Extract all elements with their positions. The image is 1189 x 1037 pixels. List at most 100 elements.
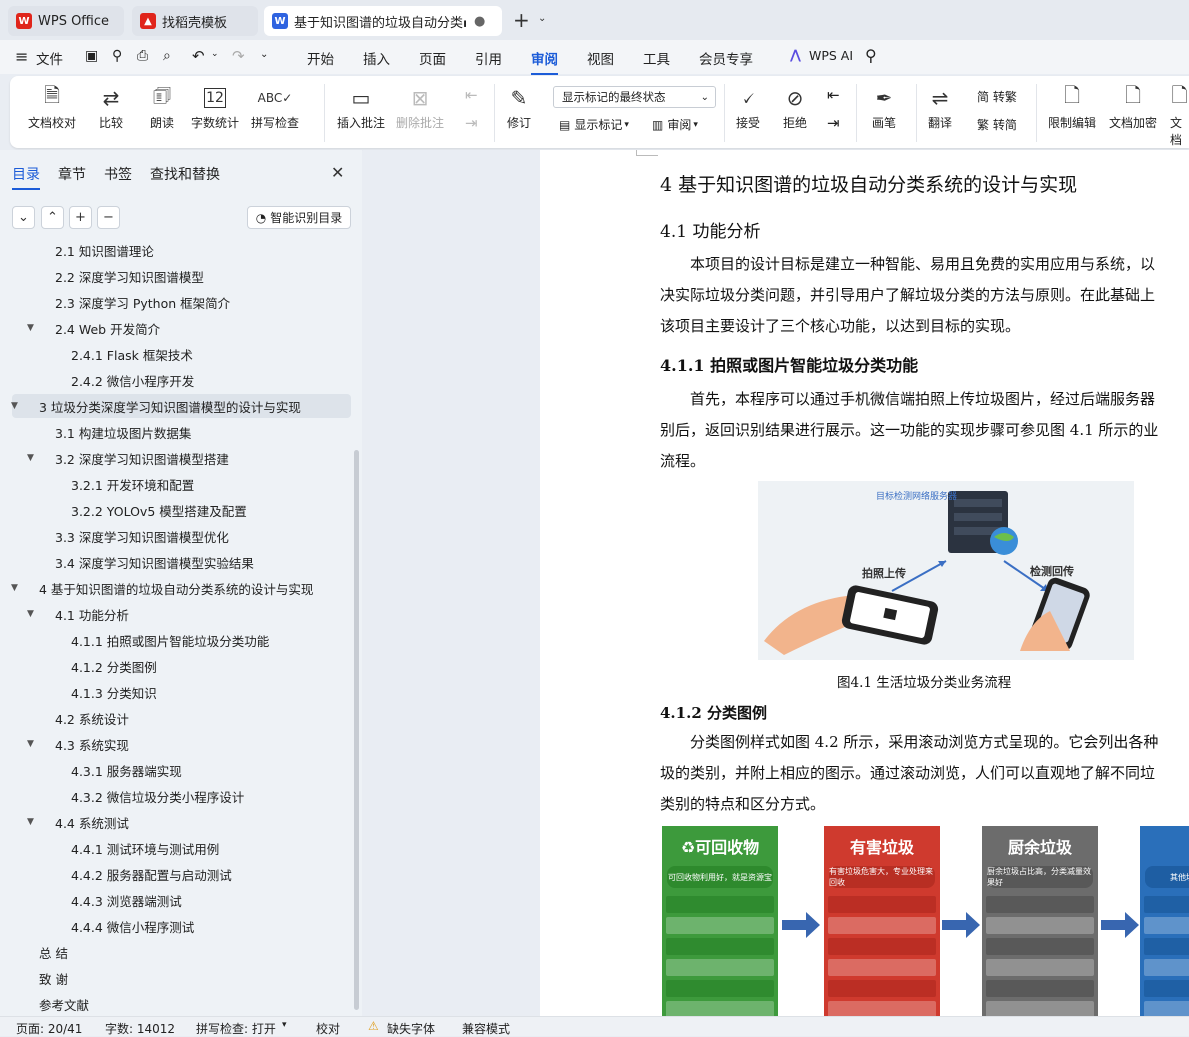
menu-page[interactable]: 页面 bbox=[419, 48, 446, 68]
search-icon[interactable]: ⚲ bbox=[865, 46, 877, 65]
new-tab-icon[interactable]: + bbox=[513, 8, 530, 32]
compare-button[interactable]: ⇄ 比较 bbox=[99, 82, 123, 131]
toc-item[interactable]: 3.2.2 YOLOv5 模型搭建及配置 bbox=[12, 498, 351, 522]
prev-change-icon[interactable]: ⇤ bbox=[827, 86, 840, 104]
read-aloud-icon: 🗊 bbox=[152, 83, 172, 107]
expand-button[interactable]: + bbox=[69, 206, 92, 229]
menu-file[interactable]: 文件 bbox=[36, 48, 63, 68]
tab-toc[interactable]: 目录 bbox=[12, 164, 40, 190]
tab-template[interactable]: ▲ 找稻壳模板 bbox=[132, 6, 258, 36]
show-mode-select[interactable]: 显示标记的最终状态 ⌄ bbox=[553, 86, 716, 108]
encrypt-button[interactable]: 🗋 文档加密 bbox=[1109, 82, 1157, 131]
menu-review[interactable]: 审阅 bbox=[531, 48, 558, 75]
toc-item[interactable]: ▼ 4.3 系统实现 bbox=[12, 732, 351, 756]
toc-item[interactable]: 2.1 知识图谱理论 bbox=[12, 240, 351, 262]
shrink-button[interactable]: − bbox=[97, 206, 120, 229]
toc-item[interactable]: 4.4.1 测试环境与测试用例 bbox=[12, 836, 351, 860]
translate-button[interactable]: ⇌ 翻译 bbox=[928, 82, 952, 131]
word-count-button[interactable]: 12 字数统计 bbox=[191, 82, 239, 131]
toc-item[interactable]: ▼ 4.4 系统测试 bbox=[12, 810, 351, 834]
toc-item[interactable]: ▼ 4.1 功能分析 bbox=[12, 602, 351, 626]
undo-chevron-icon[interactable]: ⌄ bbox=[211, 49, 219, 59]
more-doc-button[interactable]: 🗋 文档 bbox=[1170, 82, 1189, 148]
toc-item[interactable]: 4.1.1 拍照或图片智能垃圾分类功能 bbox=[12, 628, 351, 652]
tab-chapter[interactable]: 章节 bbox=[58, 164, 86, 184]
undo-icon[interactable]: ↶ bbox=[192, 47, 205, 65]
spell-check-button[interactable]: ABC✓ 拼写检查 bbox=[251, 82, 299, 131]
missing-font-indicator[interactable]: 缺失字体 bbox=[387, 1020, 435, 1037]
share-icon[interactable]: ⚲ bbox=[112, 48, 122, 64]
menu-start[interactable]: 开始 bbox=[307, 48, 334, 68]
menu-member[interactable]: 会员专享 bbox=[699, 48, 753, 68]
collapse-up-button[interactable]: ⌃ bbox=[41, 206, 64, 229]
toc-item[interactable]: 4.1.3 分类知识 bbox=[12, 680, 351, 704]
accept-button[interactable]: 🗸 接受 bbox=[736, 82, 760, 131]
tab-wps-office[interactable]: W WPS Office bbox=[8, 6, 124, 36]
toc-item[interactable]: 致 谢 bbox=[12, 966, 351, 990]
toc-item[interactable]: ▼ 2.4 Web 开发简介 bbox=[12, 316, 351, 340]
toc-item[interactable]: 2.2 深度学习知识图谱模型 bbox=[12, 264, 351, 288]
reject-button[interactable]: ⊘ 拒绝 bbox=[783, 82, 807, 131]
toc-item[interactable]: 2.4.1 Flask 框架技术 bbox=[12, 342, 351, 366]
revise-button[interactable]: ✎ 修订 bbox=[507, 82, 531, 131]
menu-reference[interactable]: 引用 bbox=[475, 48, 502, 68]
review-pane-button[interactable]: ▥ 审阅 ▾ bbox=[652, 116, 698, 133]
tab-close-dot-icon[interactable]: ● bbox=[474, 14, 485, 29]
menu-wps-ai[interactable]: WPS AI bbox=[809, 48, 853, 63]
toc-item[interactable]: 参考文献 bbox=[12, 992, 351, 1016]
toc-item[interactable]: ▼ 3 垃圾分类深度学习知识图谱模型的设计与实现 bbox=[11, 394, 351, 418]
toc-item[interactable]: ▼ 3.2 深度学习知识图谱模型搭建 bbox=[12, 446, 351, 470]
toc-scrollbar[interactable] bbox=[354, 450, 359, 1010]
next-change-icon[interactable]: ⇥ bbox=[827, 114, 840, 132]
toc-item[interactable]: 4.1.2 分类图例 bbox=[12, 654, 351, 678]
expand-arrow-icon[interactable]: ▼ bbox=[27, 817, 34, 827]
tab-bookmark[interactable]: 书签 bbox=[104, 164, 132, 184]
word-count-indicator[interactable]: 字数: 14012 bbox=[105, 1020, 175, 1037]
toc-item[interactable]: 3.1 构建垃圾图片数据集 bbox=[12, 420, 351, 444]
spell-check-indicator[interactable]: 拼写检查: 打开 bbox=[196, 1020, 276, 1037]
toc-item[interactable]: 3.4 深度学习知识图谱模型实验结果 bbox=[12, 550, 351, 574]
expand-arrow-icon[interactable]: ▼ bbox=[27, 739, 34, 749]
read-aloud-button[interactable]: 🗊 朗读 bbox=[150, 82, 174, 131]
expand-arrow-icon[interactable]: ▼ bbox=[11, 401, 18, 411]
expand-arrow-icon[interactable]: ▼ bbox=[27, 609, 34, 619]
expand-arrow-icon[interactable]: ▼ bbox=[27, 323, 34, 333]
menu-tools[interactable]: 工具 bbox=[643, 48, 670, 68]
toc-item[interactable]: 3.2.1 开发环境和配置 bbox=[12, 472, 351, 496]
toc-item[interactable]: 4.3.2 微信垃圾分类小程序设计 bbox=[12, 784, 351, 808]
toc-item[interactable]: 4.3.1 服务器端实现 bbox=[12, 758, 351, 782]
menu-insert[interactable]: 插入 bbox=[363, 48, 390, 68]
toc-item[interactable]: 4.4.3 浏览器端测试 bbox=[12, 888, 351, 912]
show-marks-button[interactable]: ▤ 显示标记 ▾ bbox=[559, 116, 629, 133]
to-simplified-button[interactable]: 繁 转简 bbox=[977, 116, 1017, 133]
print-icon[interactable]: ⎙ bbox=[137, 48, 148, 64]
toc-item[interactable]: ▼ 4 基于知识图谱的垃圾自动分类系统的设计与实现 bbox=[11, 576, 351, 600]
collapse-down-button[interactable]: ⌄ bbox=[12, 206, 35, 229]
hamburger-icon[interactable]: ≡ bbox=[15, 47, 28, 66]
toc-item[interactable]: 2.3 深度学习 Python 框架简介 bbox=[12, 290, 351, 314]
to-traditional-button[interactable]: 简 转繁 bbox=[977, 88, 1017, 105]
page-indicator[interactable]: 页面: 20/41 bbox=[16, 1020, 82, 1037]
toc-item[interactable]: 4.4.2 服务器配置与启动测试 bbox=[12, 862, 351, 886]
restrict-edit-button[interactable]: 🗋 限制编辑 bbox=[1048, 82, 1096, 131]
expand-arrow-icon[interactable]: ▼ bbox=[27, 453, 34, 463]
toc-item[interactable]: 4.4.4 微信小程序测试 bbox=[12, 914, 351, 938]
insert-comment-button[interactable]: ▭ 插入批注 bbox=[337, 82, 385, 131]
smart-toc-button[interactable]: ◔ 智能识别目录 bbox=[247, 206, 351, 229]
tab-list-chevron-icon[interactable]: ⌄ bbox=[538, 13, 546, 24]
menu-view[interactable]: 视图 bbox=[587, 48, 614, 68]
toc-item[interactable]: 3.3 深度学习知识图谱模型优化 bbox=[12, 524, 351, 548]
expand-arrow-icon[interactable]: ▼ bbox=[11, 583, 18, 593]
close-icon[interactable]: ✕ bbox=[331, 163, 344, 182]
tab-document[interactable]: W 基于知识图谱的垃圾自动分类▪ ● bbox=[264, 6, 502, 36]
print-preview-icon[interactable]: ⌕ bbox=[163, 48, 171, 64]
save-icon[interactable]: ▣ bbox=[85, 48, 98, 64]
toc-item[interactable]: 总 结 bbox=[12, 940, 351, 964]
pen-button[interactable]: ✒ 画笔 bbox=[872, 82, 896, 131]
toc-item[interactable]: 2.4.2 微信小程序开发 bbox=[12, 368, 351, 392]
proof-button[interactable]: 🗎 文档校对 bbox=[28, 82, 76, 131]
tab-find-replace[interactable]: 查找和替换 bbox=[150, 164, 220, 184]
proof-indicator[interactable]: 校对 bbox=[316, 1020, 340, 1037]
toc-item[interactable]: 4.2 系统设计 bbox=[12, 706, 351, 730]
quick-access-chevron-icon[interactable]: ⌄ bbox=[260, 49, 268, 60]
